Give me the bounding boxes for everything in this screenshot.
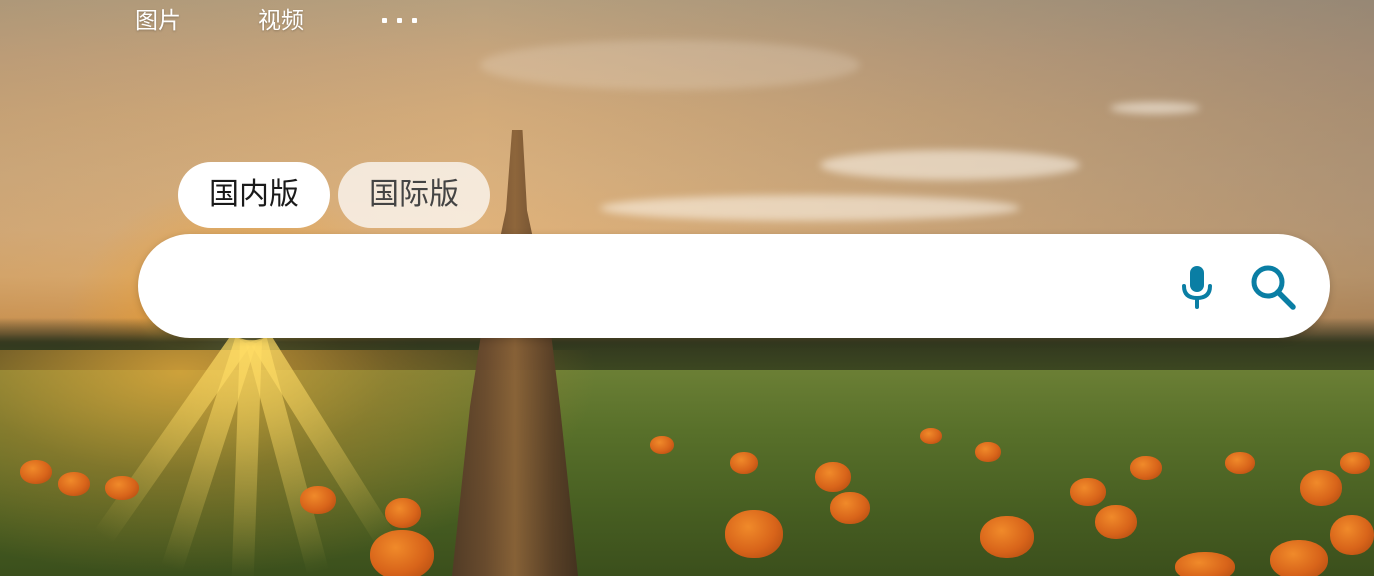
cloud bbox=[820, 150, 1080, 180]
nav-videos-link[interactable]: 视频 bbox=[258, 6, 304, 36]
microphone-icon[interactable] bbox=[1170, 260, 1224, 314]
nav-images-link[interactable]: 图片 bbox=[135, 6, 181, 36]
pumpkin bbox=[1130, 456, 1162, 480]
pumpkin bbox=[370, 530, 434, 576]
more-dots-icon[interactable] bbox=[382, 18, 422, 24]
cloud bbox=[1110, 102, 1200, 114]
pumpkin bbox=[815, 462, 851, 492]
pumpkin bbox=[1225, 452, 1255, 474]
cloud bbox=[600, 195, 1020, 221]
search-input[interactable] bbox=[178, 256, 1158, 316]
pumpkin bbox=[20, 460, 52, 484]
pumpkin bbox=[105, 476, 139, 500]
pumpkin bbox=[650, 436, 674, 454]
pumpkin bbox=[830, 492, 870, 524]
pumpkin bbox=[58, 472, 90, 496]
tab-domestic-version[interactable]: 国内版 bbox=[178, 162, 330, 228]
pumpkin bbox=[1270, 540, 1328, 576]
pumpkin bbox=[1070, 478, 1106, 506]
pumpkin bbox=[975, 442, 1001, 462]
search-box bbox=[138, 234, 1330, 338]
pumpkin bbox=[1300, 470, 1342, 506]
pumpkin bbox=[980, 516, 1034, 558]
pumpkin bbox=[300, 486, 336, 514]
cloud bbox=[480, 40, 860, 90]
tab-international-version[interactable]: 国际版 bbox=[338, 162, 490, 228]
pumpkin bbox=[730, 452, 758, 474]
pumpkin bbox=[1340, 452, 1370, 474]
pumpkin bbox=[385, 498, 421, 528]
pumpkin bbox=[920, 428, 942, 444]
search-icon[interactable] bbox=[1246, 260, 1300, 314]
pumpkin bbox=[1175, 552, 1235, 576]
pumpkin bbox=[1330, 515, 1374, 555]
pumpkin bbox=[725, 510, 783, 558]
pumpkin bbox=[1095, 505, 1137, 539]
